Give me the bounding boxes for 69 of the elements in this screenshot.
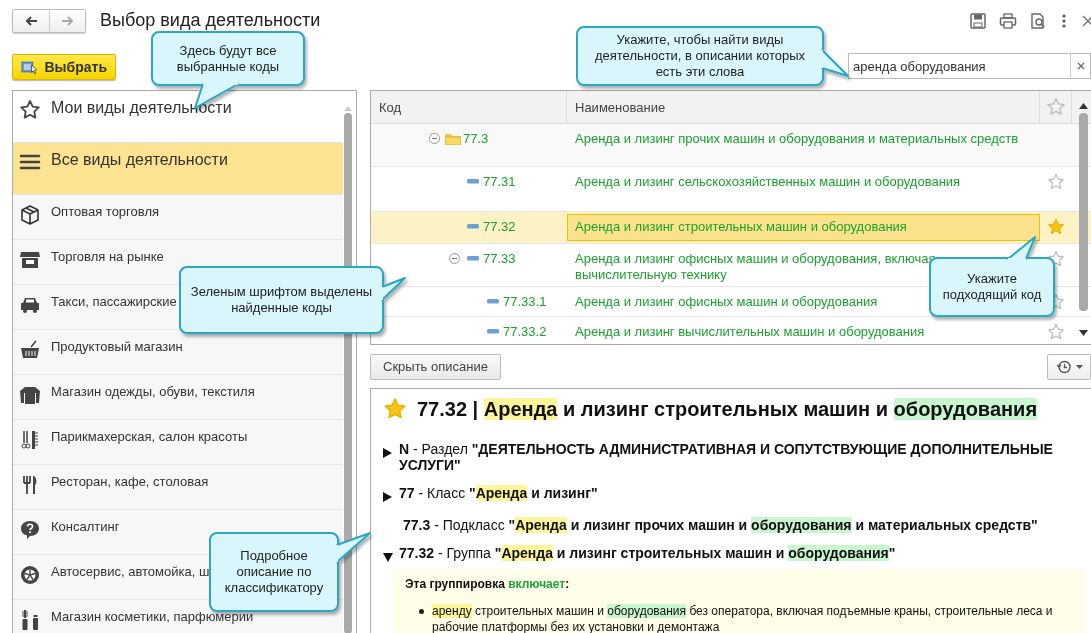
callout-tooltip: Укажите, чтобы найти виды деятельности, в описании которых есть эти слова — [576, 26, 849, 86]
star-column-icon[interactable] — [1045, 97, 1066, 117]
activity-list-item[interactable]: Ресторан, кафе, столовая — [13, 465, 343, 510]
comb-scissors-icon — [19, 429, 41, 451]
question-bubble-icon — [19, 519, 41, 541]
item-dash-icon — [487, 299, 499, 304]
activity-list-item[interactable]: Продуктовый магазин — [13, 330, 343, 375]
name-cell-text: Аренда и лизинг офисных машин и оборудования — [574, 294, 879, 310]
history-icon — [1055, 358, 1072, 375]
favorite-star-icon[interactable] — [1047, 173, 1065, 191]
item-dash-icon — [467, 224, 479, 229]
scroll-up-icon — [1079, 103, 1088, 109]
code-cell: 77.32 — [483, 219, 516, 234]
item-dash-icon — [487, 329, 499, 334]
item-dash-icon — [467, 179, 479, 184]
folder-icon — [445, 132, 461, 145]
box-icon — [19, 204, 41, 226]
column-header[interactable]: Код — [371, 91, 567, 123]
classification-line: 77.32 - Группа "Аренда и лизинг строительных машин и оборудования" — [399, 545, 896, 561]
classification-line: 77.3 - Подкласс "Аренда и лизинг прочих машин и оборудования и материальных средств" — [403, 517, 1038, 533]
callout-tooltip: Зеленым шрифтом выделены найденные коды — [179, 266, 406, 334]
favorite-star-icon[interactable] — [1047, 218, 1065, 236]
favorite-star-icon[interactable] — [383, 397, 407, 421]
callout-tooltip: Подробное описание по классификатору — [209, 532, 371, 612]
hide-description-button[interactable]: Скрыть описание — [370, 353, 501, 380]
name-cell-text: Аренда и лизинг вычислительных машин и оборудования — [574, 324, 926, 340]
caret-icon — [1075, 364, 1083, 369]
activity-list-item[interactable]: Парикмахерская, салон красоты — [13, 420, 343, 465]
forward-arrow-icon — [60, 14, 75, 27]
shirt-icon — [19, 384, 41, 406]
classification-line: N - Раздел "ДЕЯТЕЛЬНОСТЬ АДМИНИСТРАТИВНАЯ И СОПУТСТВУЮЩИЕ ДОПОЛНИТЕЛЬНЫЕ УСЛУГИ" — [399, 441, 1054, 473]
back-button[interactable] — [13, 9, 49, 32]
search-field[interactable]: аренда оборудования — [848, 53, 1091, 79]
print-icon — [999, 11, 1017, 30]
star-icon — [19, 99, 41, 121]
classification-line: 77 - Класс "Аренда и лизинг" — [399, 485, 598, 501]
name-cell: Аренда и лизинг строительных машин и оборудования — [567, 214, 1040, 241]
preview-icon — [1029, 11, 1047, 30]
market-stall-icon — [19, 249, 41, 271]
code-cell: 77.33.2 — [503, 324, 547, 339]
wheel-icon — [19, 564, 41, 586]
name-cell-text: Аренда и лизинг сельскохозяйственных машин и оборудования — [574, 174, 962, 190]
column-header[interactable]: Наименование — [567, 91, 1040, 123]
code-cell: 77.3 — [463, 131, 489, 146]
includes-title: Эта группировка включает: — [405, 577, 571, 591]
activity-list-item[interactable]: Оптовая торговля — [13, 195, 343, 240]
list-cursor-icon — [21, 58, 39, 75]
scroll-up-icon — [344, 105, 352, 111]
back-arrow-icon — [24, 14, 38, 27]
save-icon — [969, 11, 987, 30]
bullet-icon — [419, 609, 424, 614]
code-cell: 77.33.1 — [503, 294, 547, 309]
description-heading: 77.32 | Аренда и лизинг строительных машин и оборудования — [417, 397, 1038, 421]
window-title: Выбор вида деятельности — [100, 10, 322, 31]
clear-icon — [1075, 61, 1086, 71]
code-cell: 77.31 — [483, 174, 516, 189]
activity-list-item[interactable]: Магазин одежды, обуви, текстиля — [13, 375, 343, 420]
scrollbar-thumb[interactable] — [1079, 113, 1088, 311]
history-button[interactable] — [1047, 353, 1091, 380]
code-cell: 77.33 — [483, 251, 516, 266]
basket-icon — [19, 339, 41, 361]
includes-item: аренду строительных машин и оборудования без оператора, включая подъемные краны, строительные леса и рабочие платформы без их установки и демонтажа — [432, 603, 1054, 633]
item-dash-icon — [467, 256, 479, 261]
cosmetics-icon — [19, 609, 41, 631]
favorite-star-icon[interactable] — [1047, 323, 1065, 341]
name-cell-text: Аренда и лизинг прочих машин и оборудования и материальных средств — [574, 131, 1020, 147]
scroll-down-icon — [1079, 330, 1088, 336]
select-button[interactable]: Выбрать — [12, 53, 116, 80]
activity-list-item[interactable]: Все виды деятельности — [13, 143, 343, 195]
